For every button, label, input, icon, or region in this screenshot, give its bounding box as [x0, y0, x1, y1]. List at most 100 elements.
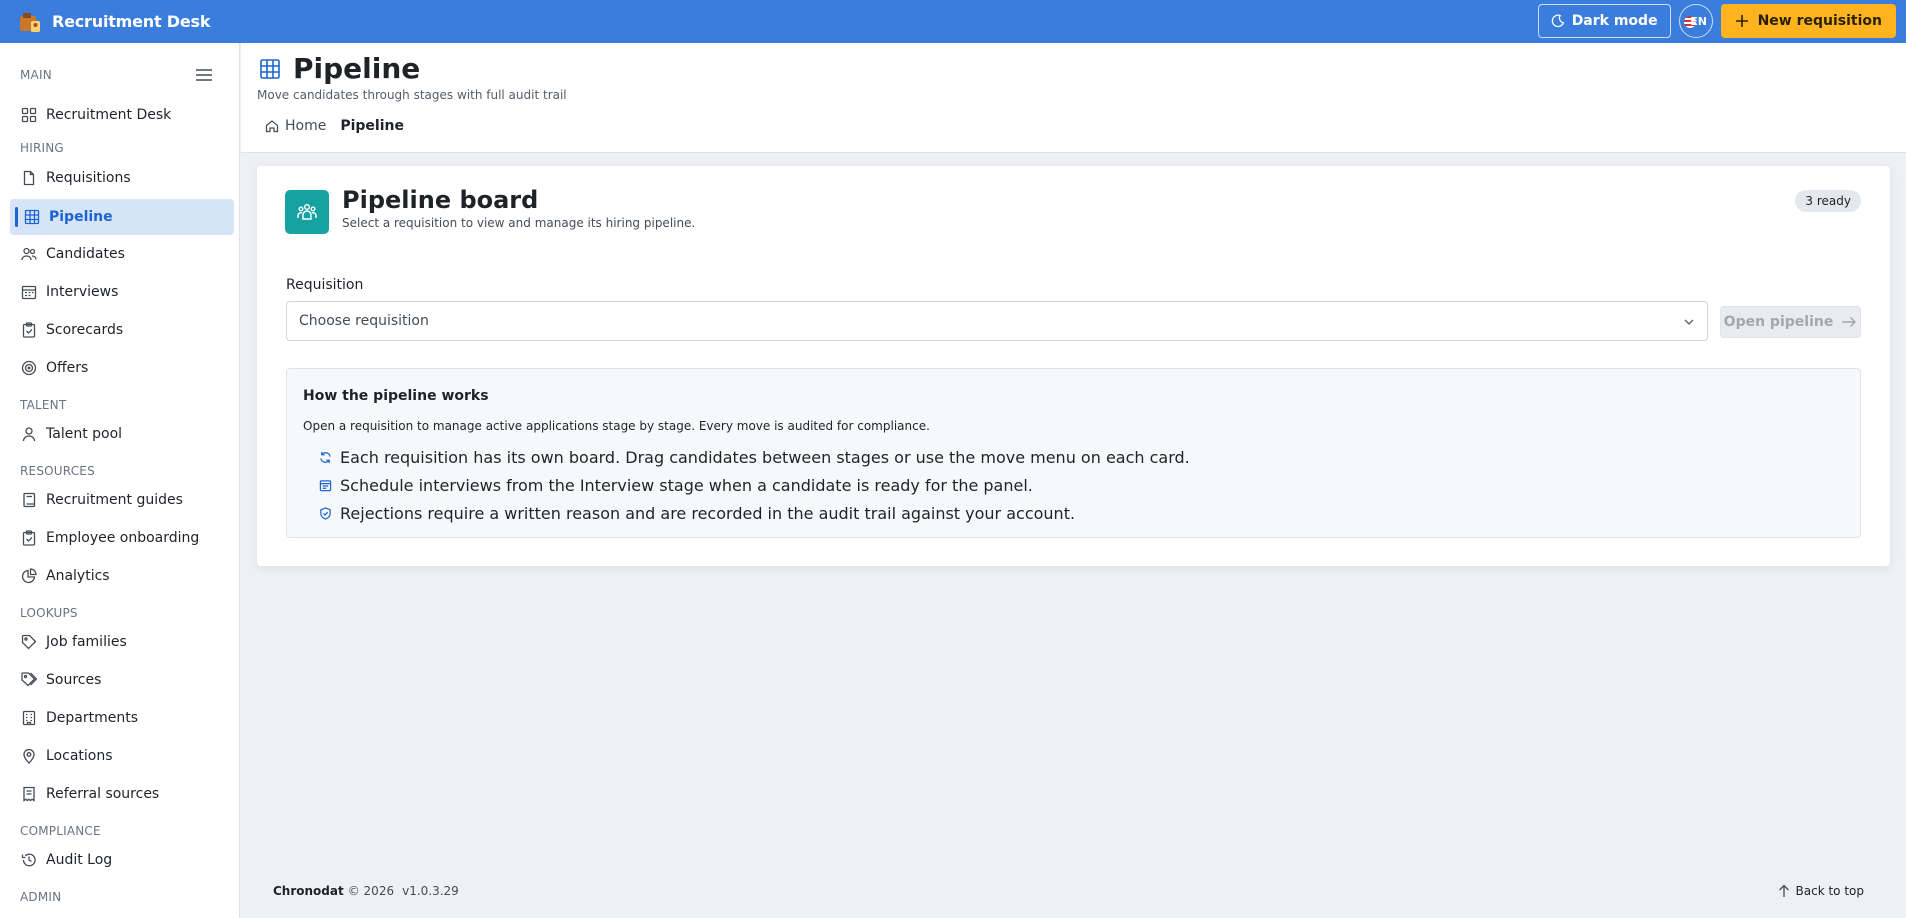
- person-icon: [22, 427, 36, 442]
- app-logo-icon: [20, 12, 40, 32]
- breadcrumb-home-label: Home: [285, 118, 327, 134]
- sidebar-item-label: Interviews: [46, 284, 119, 300]
- sidebar-item-label: Referral sources: [46, 786, 160, 802]
- footer-version: v1.0.3.29: [402, 884, 459, 898]
- dark-mode-button[interactable]: Dark mode: [1537, 4, 1671, 38]
- section-label-lookups: LOOKUPS: [20, 606, 78, 620]
- sidebar-item-locations[interactable]: Locations: [10, 738, 234, 774]
- refresh-icon: [320, 451, 331, 463]
- sidebar-item-departments[interactable]: Departments: [10, 700, 234, 736]
- sidebar-item-offers[interactable]: Offers: [10, 350, 234, 386]
- requisition-label: Requisition: [286, 277, 364, 293]
- sidebar-item-label: Audit Log: [46, 852, 113, 868]
- how-pipeline-works-panel: How the pipeline works Open a requisitio…: [286, 368, 1861, 538]
- sidebar-item-scorecards[interactable]: Scorecards: [10, 312, 234, 348]
- document-icon: [23, 170, 35, 186]
- footer-brand: Chronodat: [273, 884, 344, 898]
- sidebar-item-talent-pool[interactable]: Talent pool: [10, 416, 234, 452]
- list-item: Schedule interviews from the Interview s…: [319, 471, 1190, 499]
- sidebar-item-recruitment-guides[interactable]: Recruitment guides: [10, 482, 234, 518]
- list-item-text: Each requisition has its own board. Drag…: [340, 447, 1190, 467]
- sidebar-item-label: Locations: [46, 748, 113, 764]
- sidebar-item-sources[interactable]: Sources: [10, 662, 234, 698]
- card-subtitle: Select a requisition to view and manage …: [342, 216, 696, 230]
- breadcrumb-home[interactable]: Home: [265, 118, 326, 134]
- page-subtitle: Move candidates through stages with full…: [257, 88, 567, 102]
- sidebar-item-label: Talent pool: [46, 426, 123, 442]
- sidebar-item-employee-onboarding[interactable]: Employee onboarding: [10, 520, 234, 556]
- clipboard-check-icon: [22, 322, 36, 338]
- sidebar-item-referral-sources[interactable]: Referral sources: [10, 776, 234, 812]
- brand[interactable]: Recruitment Desk: [18, 10, 211, 34]
- requisition-select[interactable]: Choose requisition: [286, 301, 1708, 341]
- people-icon: [21, 247, 37, 261]
- sidebar-item-label: Employee onboarding: [46, 530, 200, 546]
- status-badge: 3 ready: [1795, 190, 1861, 212]
- sidebar-item-label: Job families: [46, 634, 127, 650]
- sidebar-item-recruitment-desk[interactable]: Recruitment Desk: [10, 97, 234, 133]
- page-header: Pipeline Move candidates through stages …: [241, 43, 1906, 153]
- team-icon: [285, 190, 329, 234]
- arrow-right-icon: [1842, 317, 1857, 327]
- sidebar-item-label: Recruitment guides: [46, 492, 183, 508]
- breadcrumb: Home Pipeline: [265, 118, 404, 134]
- shield-check-icon: [320, 506, 331, 520]
- sidebar-item-label: Sources: [46, 672, 102, 688]
- list-item-text: Schedule interviews from the Interview s…: [340, 475, 1033, 495]
- tags-icon: [21, 672, 37, 687]
- menu-toggle-icon[interactable]: [195, 68, 213, 82]
- pipeline-board-card: Pipeline board Select a requisition to v…: [257, 166, 1890, 566]
- list-item: Each requisition has its own board. Drag…: [319, 443, 1190, 471]
- back-to-top-label: Back to top: [1795, 884, 1864, 898]
- home-icon: [265, 120, 279, 133]
- chart-pie-icon: [21, 568, 37, 584]
- sidebar: MAIN Recruitment Desk HIRING Requisition…: [0, 43, 240, 918]
- sidebar-item-job-families[interactable]: Job families: [10, 624, 234, 660]
- book-icon: [23, 492, 36, 508]
- sidebar-item-interviews[interactable]: Interviews: [10, 274, 234, 310]
- arrow-up-icon: [1778, 884, 1789, 897]
- language-label: EN: [1690, 14, 1707, 28]
- section-label-compliance: COMPLIANCE: [20, 824, 101, 838]
- clipboard-icon: [22, 530, 36, 546]
- calendar-icon: [319, 479, 332, 491]
- section-label-main: MAIN: [20, 68, 52, 82]
- app-title: Recruitment Desk: [52, 12, 211, 31]
- section-label-resources: RESOURCES: [20, 464, 95, 478]
- receipt-icon: [23, 786, 35, 802]
- building-icon: [22, 710, 36, 726]
- grid-icon: [24, 209, 40, 225]
- sidebar-item-candidates[interactable]: Candidates: [10, 236, 234, 272]
- section-label-admin: ADMIN: [20, 890, 62, 904]
- sidebar-item-label: Pipeline: [49, 209, 113, 225]
- sidebar-item-label: Requisitions: [46, 170, 131, 186]
- breadcrumb-current: Pipeline: [340, 118, 404, 134]
- open-pipeline-button[interactable]: Open pipeline: [1720, 306, 1861, 338]
- requisition-select-value: Choose requisition: [299, 313, 429, 329]
- sidebar-item-label: Candidates: [46, 246, 125, 262]
- card-title: Pipeline board: [342, 186, 539, 214]
- sidebar-item-label: Offers: [46, 360, 89, 376]
- open-pipeline-label: Open pipeline: [1723, 314, 1834, 330]
- section-label-hiring: HIRING: [20, 141, 64, 155]
- footer: Chronodat © 2026 v1.0.3.29 Back to top: [241, 876, 1906, 906]
- page-title: Pipeline: [293, 52, 421, 85]
- sidebar-item-pipeline[interactable]: Pipeline: [10, 199, 234, 235]
- list-item-text: Rejections require a written reason and …: [340, 503, 1076, 523]
- section-label-talent: TALENT: [20, 398, 67, 412]
- list-item: Rejections require a written reason and …: [319, 499, 1190, 527]
- sidebar-item-audit-log[interactable]: Audit Log: [10, 842, 234, 878]
- moon-icon: [1551, 14, 1564, 28]
- back-to-top-link[interactable]: Back to top: [1778, 884, 1864, 898]
- location-pin-icon: [23, 748, 35, 764]
- plus-icon: [1735, 15, 1748, 27]
- dark-mode-label: Dark mode: [1571, 13, 1658, 29]
- sidebar-item-requisitions[interactable]: Requisitions: [10, 160, 234, 196]
- how-title: How the pipeline works: [303, 388, 489, 404]
- language-button[interactable]: EN: [1678, 4, 1713, 38]
- sidebar-item-label: Scorecards: [46, 322, 124, 338]
- new-requisition-button[interactable]: New requisition: [1720, 4, 1896, 38]
- calendar-icon: [21, 285, 37, 300]
- sidebar-item-analytics[interactable]: Analytics: [10, 558, 234, 594]
- tag-icon: [21, 634, 37, 650]
